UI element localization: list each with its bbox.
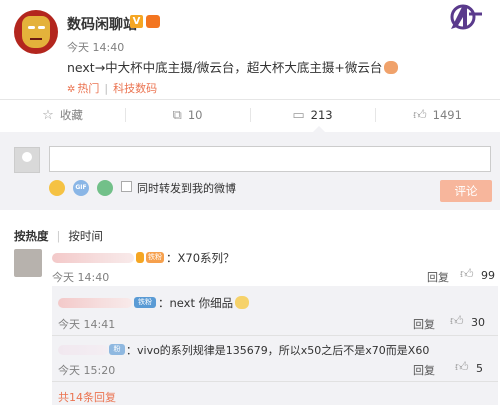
fan-badge: 粉 <box>109 344 125 355</box>
author-name[interactable]: 数码闲聊站 <box>67 14 137 34</box>
thumbs-up-icon[interactable]: 👍︎ <box>455 360 469 375</box>
verified-badge: V <box>130 15 143 28</box>
action-bar: ☆ 收藏 ⧉ 10 ▭ 213 👍︎ 1491 <box>0 100 500 130</box>
star-icon: ☆ <box>42 107 54 123</box>
more-replies-link[interactable]: 共14条回复 <box>58 389 116 405</box>
reply-time: 今天 14:41 <box>58 318 116 331</box>
fire-icon: ✲ <box>67 84 76 95</box>
comment-time: 今天 14:40 <box>52 271 110 284</box>
like-count: 5 <box>476 362 483 375</box>
post-text: next→中大杯中底主摄/微云台，超大杯大底主摄+微云台 <box>67 60 383 75</box>
comment-text: ：X70系列？ <box>166 251 235 265</box>
tag-tech[interactable]: 科技数码 <box>113 82 157 95</box>
author-avatar[interactable] <box>14 10 58 54</box>
thumbs-up-icon[interactable]: 👍︎ <box>460 267 474 282</box>
comment-icon: ▭ <box>292 107 305 123</box>
repost-checkbox-label: 同时转发到我的微博 <box>137 182 236 195</box>
avengers-logo <box>450 4 482 30</box>
post-content: next→中大杯中底主摄/微云台，超大杯大底主摄+微云台 <box>67 57 399 76</box>
tag-hot[interactable]: 热门 <box>77 82 99 95</box>
reply-text: ：vivo的系列规律是135679，所以x50之后不是x70而是X60 <box>126 344 430 357</box>
member-icon <box>136 252 144 263</box>
replier-name[interactable] <box>58 345 108 355</box>
post-time: 今天 14:40 <box>67 41 125 54</box>
thumbs-up-icon[interactable]: 👍︎ <box>450 314 464 329</box>
repost-icon: ⧉ <box>172 107 182 123</box>
repost-checkbox[interactable] <box>121 181 132 192</box>
submit-comment-button[interactable]: 评论 <box>440 180 492 202</box>
post-tags: ✲ 热门 | 科技数码 <box>67 82 158 95</box>
divider <box>52 335 498 336</box>
reply-button[interactable]: 回复 <box>413 316 435 332</box>
repost-button[interactable]: ⧉ 10 <box>125 100 250 130</box>
reply-text: ：next 你细品 <box>158 295 250 311</box>
comment-input[interactable] <box>49 146 491 172</box>
member-badge-icon <box>146 15 160 28</box>
fan-badge: 铁粉 <box>146 252 164 263</box>
commenter-avatar[interactable] <box>14 249 42 277</box>
commenter-name[interactable] <box>52 253 134 263</box>
gif-icon[interactable]: GIF <box>73 180 89 196</box>
tab-sort-time[interactable]: 按时间 <box>68 229 103 243</box>
emoji-icon <box>384 61 399 74</box>
like-button[interactable]: 👍︎ 1491 <box>375 100 500 130</box>
like-count: 99 <box>481 269 495 282</box>
sort-tabs: 按热度 | 按时间 <box>14 229 103 243</box>
image-icon[interactable] <box>97 180 113 196</box>
tab-sort-hot[interactable]: 按热度 <box>14 229 49 243</box>
favorite-button[interactable]: ☆ 收藏 <box>0 100 125 130</box>
composer-caret <box>313 126 325 132</box>
divider <box>52 381 498 382</box>
reply-button[interactable]: 回复 <box>427 269 449 285</box>
like-count: 30 <box>471 316 485 329</box>
thumbs-up-icon: 👍︎ <box>413 107 427 123</box>
current-user-avatar <box>14 147 40 173</box>
emoji-icon <box>235 296 250 309</box>
replier-name[interactable] <box>58 298 132 308</box>
emoji-icon[interactable] <box>49 180 65 196</box>
fan-badge: 铁粉 <box>134 297 156 308</box>
reply-button[interactable]: 回复 <box>413 362 435 378</box>
reply-time: 今天 15:20 <box>58 364 116 377</box>
